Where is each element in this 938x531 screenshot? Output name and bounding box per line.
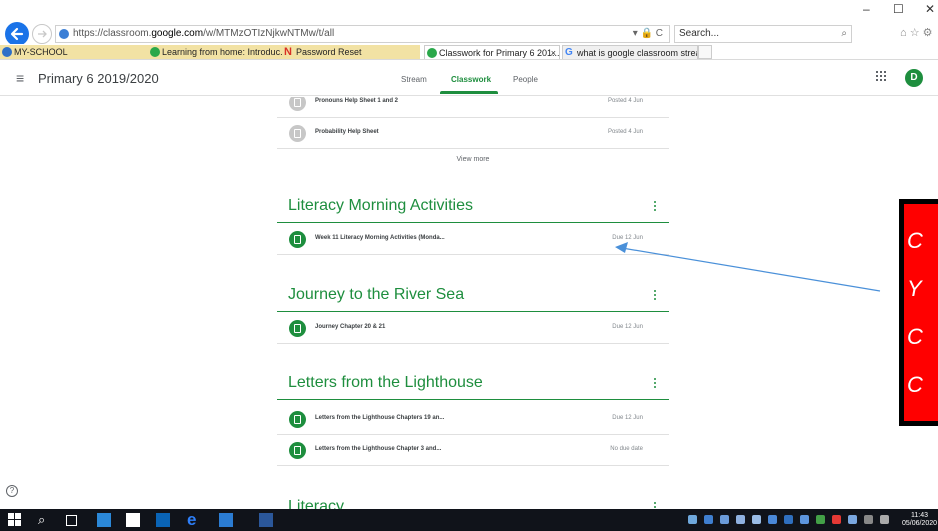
- taskbar: ⌕ e 11:43 05/06/2020: [0, 509, 938, 531]
- volume-icon[interactable]: [880, 515, 889, 524]
- clock-time: 11:43: [911, 512, 928, 519]
- tray-icon[interactable]: [688, 515, 697, 524]
- annotation-letter: C: [907, 324, 923, 349]
- windows-start-icon[interactable]: [8, 513, 22, 527]
- file-explorer-icon[interactable]: [97, 513, 111, 527]
- word-icon[interactable]: [259, 513, 273, 527]
- annotation-arrow: [615, 242, 881, 292]
- outlook-icon[interactable]: [156, 513, 170, 527]
- help-icon[interactable]: ?: [6, 485, 18, 497]
- search-icon[interactable]: ⌕: [38, 513, 52, 527]
- task-view-icon[interactable]: [66, 515, 77, 526]
- tray-icon[interactable]: [784, 515, 793, 524]
- screen: – ☐ ✕ https://classroom.google.com/w/MTM…: [0, 0, 938, 531]
- tray-icon[interactable]: [752, 515, 761, 524]
- tray-icon[interactable]: [848, 515, 857, 524]
- tray-icon[interactable]: [800, 515, 809, 524]
- tray-icon[interactable]: [816, 515, 825, 524]
- tray-icon[interactable]: [832, 515, 841, 524]
- annotation-letter: Y: [907, 276, 922, 301]
- wifi-icon[interactable]: [864, 515, 873, 524]
- tray-icon[interactable]: [704, 515, 713, 524]
- app-icon[interactable]: [219, 513, 233, 527]
- internet-explorer-icon[interactable]: e: [187, 511, 201, 528]
- taskbar-clock[interactable]: 11:43 05/06/2020: [901, 512, 938, 528]
- clock-date: 05/06/2020: [901, 520, 938, 527]
- sims-app-icon[interactable]: [126, 513, 140, 527]
- tray-icon[interactable]: [736, 515, 745, 524]
- annotation-box-inner: C Y C C: [904, 204, 938, 421]
- annotation-letter: C: [907, 228, 923, 253]
- tray-icon[interactable]: [768, 515, 777, 524]
- annotation-box: C Y C C: [899, 199, 938, 426]
- tray-icon[interactable]: [720, 515, 729, 524]
- annotation-letter: C: [907, 372, 923, 397]
